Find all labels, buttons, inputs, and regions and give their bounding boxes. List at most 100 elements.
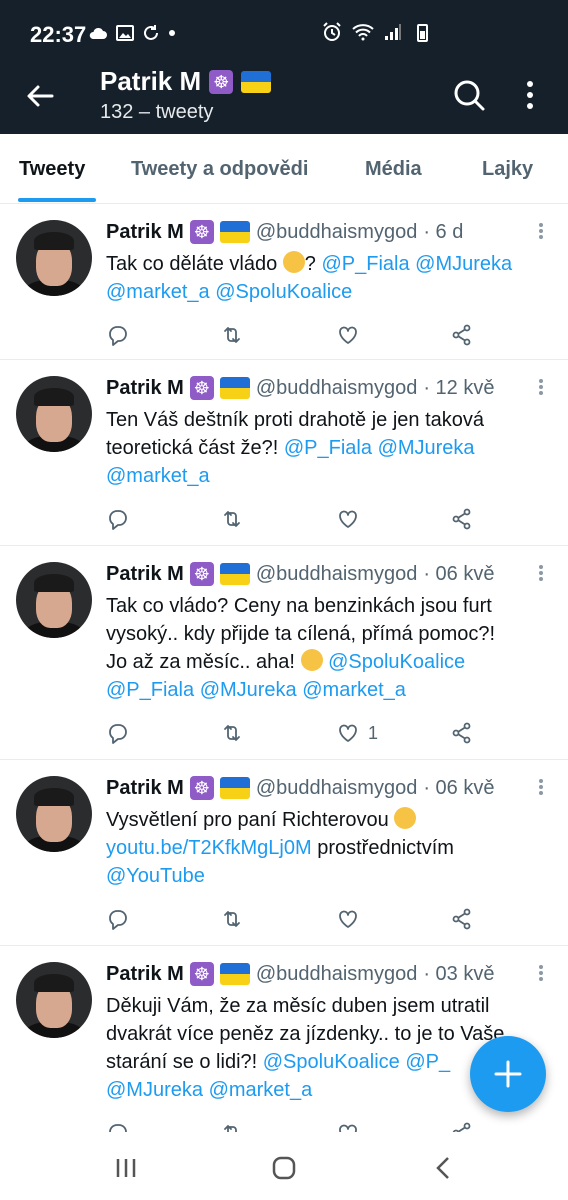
- tab-tweets[interactable]: Tweety: [19, 158, 85, 181]
- mention-link[interactable]: @MJureka: [200, 679, 297, 701]
- dharma-wheel-icon: ☸: [209, 69, 234, 94]
- mention-link[interactable]: @MJureka: [378, 437, 475, 459]
- author-name[interactable]: Patrik M: [106, 963, 184, 986]
- reply-button[interactable]: [106, 906, 130, 932]
- status-bar: 22:37: [0, 0, 568, 64]
- tweet-more-icon[interactable]: [538, 564, 544, 582]
- alarm-icon: [323, 22, 341, 41]
- tweet[interactable]: Patrik M ☸ @buddhaismygod · 06 kvě Vysvětlen…: [0, 760, 568, 946]
- tab-likes[interactable]: Lajky: [482, 158, 533, 181]
- reply-icon: [109, 1124, 127, 1132]
- tweet-text-segment: Jo až za měsíc.. aha!: [106, 651, 301, 673]
- tweet[interactable]: Patrik M ☸ @buddhaismygod · 06 kvě Tak co vl…: [0, 546, 568, 760]
- mention-link[interactable]: youtu.be/T2KfkMgLj0M: [106, 837, 312, 859]
- author-name[interactable]: Patrik M: [106, 377, 184, 400]
- avatar[interactable]: [16, 562, 92, 638]
- profile-header: Patrik M ☸ 132 – tweety: [0, 64, 568, 134]
- tweet[interactable]: Patrik M ☸ @buddhaismygod · 03 kvě Děkuji Vá…: [0, 946, 568, 1132]
- author-name[interactable]: Patrik M: [106, 221, 184, 244]
- back-arrow-icon[interactable]: [24, 80, 56, 112]
- dot-icon: [169, 30, 175, 36]
- tab-tweets-and-replies[interactable]: Tweety a odpovědi: [131, 158, 308, 181]
- share-button[interactable]: [450, 322, 474, 348]
- mention-link[interactable]: @market_a: [209, 1079, 313, 1101]
- mention-link[interactable]: @P_: [405, 1051, 450, 1073]
- share-icon: [452, 908, 471, 930]
- tweet-text-segment: Tak co vládo? Ceny na benzinkách jsou fu…: [106, 595, 492, 617]
- tweet-text-segment: starání se o lidi?!: [106, 1051, 263, 1073]
- tweet-more-icon[interactable]: [538, 778, 544, 796]
- share-button[interactable]: [450, 720, 474, 746]
- author-handle[interactable]: @buddhaismygod: [256, 377, 418, 400]
- tweet-more-icon[interactable]: [538, 964, 544, 982]
- reply-button[interactable]: [106, 506, 130, 532]
- reply-button[interactable]: [106, 1120, 130, 1132]
- tweet-text: Tak co vládo? Ceny na benzinkách jsou fu…: [106, 592, 546, 704]
- retweet-button[interactable]: [220, 506, 244, 532]
- retweet-button[interactable]: [220, 322, 244, 348]
- author-handle[interactable]: @buddhaismygod: [256, 563, 418, 586]
- tab-media[interactable]: Média: [365, 158, 422, 181]
- avatar[interactable]: [16, 776, 92, 852]
- mention-link[interactable]: @P_Fiala: [284, 437, 372, 459]
- tweet-more-icon[interactable]: [538, 378, 544, 396]
- retweet-button[interactable]: [220, 720, 244, 746]
- reply-button[interactable]: [106, 720, 130, 746]
- mention-link[interactable]: @SpoluKoalice: [215, 281, 352, 303]
- recent-apps-icon[interactable]: [112, 1154, 140, 1182]
- mention-link[interactable]: @MJureka: [415, 253, 512, 275]
- like-button[interactable]: 1: [336, 720, 378, 746]
- tweet[interactable]: Patrik M ☸ @buddhaismygod · 6 d Tak co dělát…: [0, 204, 568, 360]
- like-button[interactable]: [336, 906, 360, 932]
- retweet-button[interactable]: [220, 1120, 244, 1132]
- tweet-text-segment: dvakrát více peněz za jízdenky.. to je t…: [106, 1023, 505, 1045]
- share-button[interactable]: [450, 1120, 474, 1132]
- tweet-time: · 03 kvě: [423, 962, 495, 985]
- mention-link[interactable]: @YouTube: [106, 865, 205, 887]
- tweet-text-segment: teoretická část že?!: [106, 437, 284, 459]
- share-icon: [452, 1122, 471, 1132]
- avatar[interactable]: [16, 962, 92, 1038]
- tweet-text-segment: Děkuji Vám, že za měsíc duben jsem utrat…: [106, 995, 490, 1017]
- author-handle[interactable]: @buddhaismygod: [256, 777, 418, 800]
- battery-icon: [417, 24, 428, 42]
- author-name[interactable]: Patrik M: [106, 777, 184, 800]
- mention-link[interactable]: @market_a: [106, 465, 210, 487]
- author-handle[interactable]: @buddhaismygod: [256, 963, 418, 986]
- dharma-wheel-icon: ☸: [189, 962, 214, 986]
- like-button[interactable]: [336, 1120, 360, 1132]
- ukraine-flag-icon: [219, 377, 250, 399]
- mention-link[interactable]: @SpoluKoalice: [328, 651, 465, 673]
- avatar[interactable]: [16, 220, 92, 296]
- mention-link[interactable]: @SpoluKoalice: [263, 1051, 400, 1073]
- mention-link[interactable]: @MJureka: [106, 1079, 203, 1101]
- dharma-wheel-icon: ☸: [189, 562, 214, 586]
- tweet-time: · 12 kvě: [423, 376, 495, 399]
- tweet-time: · 06 kvě: [423, 562, 495, 585]
- like-button[interactable]: [336, 506, 360, 532]
- tweet-more-icon[interactable]: [538, 222, 544, 240]
- ukraine-flag-icon: [219, 221, 250, 243]
- compose-tweet-button[interactable]: [470, 1036, 546, 1112]
- retweet-button[interactable]: [220, 906, 244, 932]
- mention-link[interactable]: @market_a: [106, 281, 210, 303]
- mention-link[interactable]: @P_Fiala: [106, 679, 194, 701]
- share-button[interactable]: [450, 906, 474, 932]
- dharma-wheel-icon: ☸: [189, 376, 214, 400]
- tweet-text: Vysvětlení pro paní Richterovou youtu.be…: [106, 806, 546, 890]
- image-icon: [116, 25, 134, 41]
- author-name[interactable]: Patrik M: [106, 563, 184, 586]
- author-handle[interactable]: @buddhaismygod: [256, 221, 418, 244]
- reply-button[interactable]: [106, 322, 130, 348]
- like-button[interactable]: [336, 322, 360, 348]
- search-icon[interactable]: [452, 78, 486, 112]
- more-options-icon[interactable]: [520, 78, 540, 112]
- back-nav-icon[interactable]: [430, 1154, 458, 1182]
- mention-link[interactable]: @market_a: [302, 679, 406, 701]
- tweet-time: · 06 kvě: [423, 776, 495, 799]
- tweet[interactable]: Patrik M ☸ @buddhaismygod · 12 kvě Ten Váš d…: [0, 360, 568, 546]
- home-icon[interactable]: [270, 1154, 298, 1182]
- share-button[interactable]: [450, 506, 474, 532]
- avatar[interactable]: [16, 376, 92, 452]
- mention-link[interactable]: @P_Fiala: [321, 253, 409, 275]
